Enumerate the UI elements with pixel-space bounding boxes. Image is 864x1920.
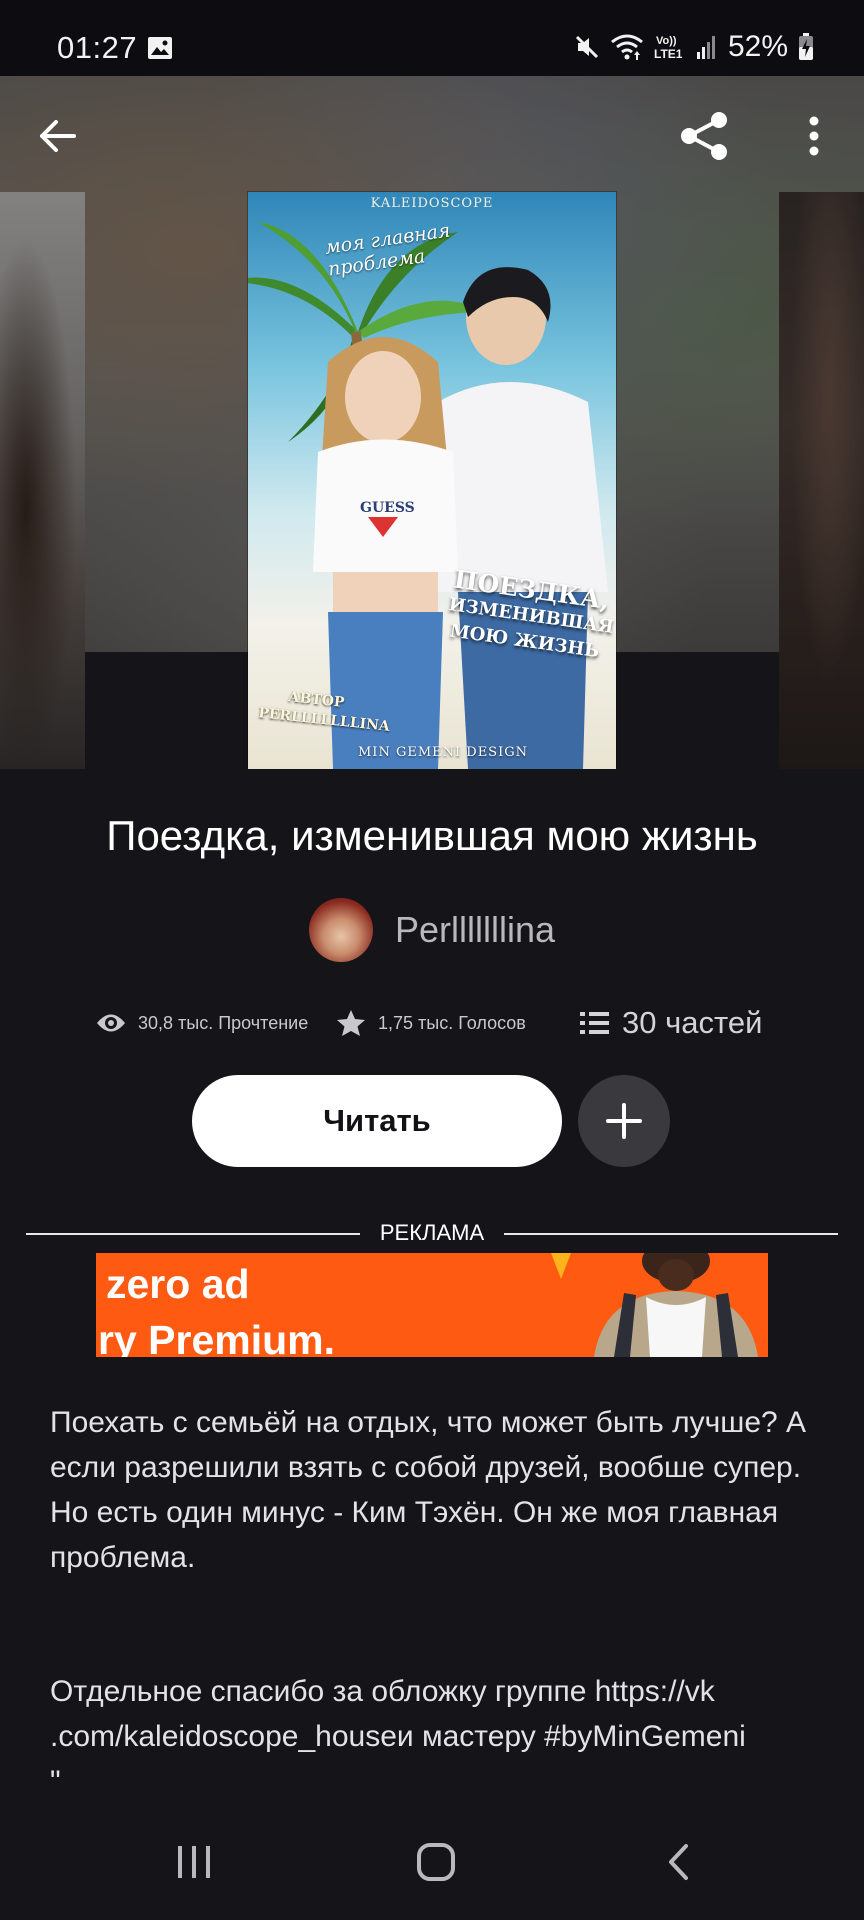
- recent-apps-icon: [178, 1846, 210, 1878]
- home-icon: [417, 1843, 455, 1881]
- list-icon: [580, 1012, 609, 1034]
- system-back-button[interactable]: [638, 1832, 718, 1892]
- story-cover-image[interactable]: GUESS KALEIDOSCOPE моя главная проблема …: [248, 192, 616, 769]
- votes-stat: 1,75 тыс. Голосов: [336, 1000, 526, 1046]
- back-button[interactable]: [32, 110, 84, 162]
- cover-brand-text: KALEIDOSCOPE: [370, 196, 494, 211]
- system-navigation-bar: [0, 1800, 864, 1920]
- ad-text-line2: ry Premium.: [98, 1317, 335, 1357]
- plus-icon: [606, 1103, 642, 1139]
- author-avatar[interactable]: [308, 898, 373, 962]
- parts-count[interactable]: 30 частей: [622, 1005, 762, 1041]
- mute-icon: [575, 35, 599, 59]
- story-details-screen: 01:27 Vo)) LTE1 52% GUESS KALEIDOSCOPE м…: [0, 0, 864, 1920]
- read-button[interactable]: Читать: [192, 1075, 562, 1167]
- status-time: 01:27: [57, 30, 138, 65]
- ad-person-image: [594, 1253, 758, 1357]
- parts-stat[interactable]: 30 частей: [580, 1000, 762, 1046]
- reads-stat: 30,8 тыс. Прочтение: [96, 1000, 308, 1046]
- gallery-notification-icon: [148, 37, 172, 59]
- arrow-left-icon: [40, 120, 76, 152]
- author-name[interactable]: Perlllllllina: [395, 909, 555, 951]
- ad-divider: РЕКЛАМА: [26, 1220, 838, 1248]
- lte-icon: Vo)) LTE1: [654, 35, 683, 61]
- ad-text-line1: zero ad: [106, 1261, 250, 1307]
- cover-credits-text: Отдельное спасибо за обложку группе http…: [50, 1675, 746, 1798]
- status-icons: Vo)) LTE1 52%: [574, 30, 814, 64]
- recent-apps-button[interactable]: [154, 1832, 234, 1892]
- previous-cover[interactable]: [0, 192, 85, 769]
- star-icon: [337, 1010, 365, 1036]
- signal-icon: [696, 36, 715, 59]
- votes-count: 1,75 тыс. Голосов: [378, 1012, 526, 1033]
- story-stats: 30,8 тыс. Прочтение 1,75 тыс. Голосов 30…: [0, 1000, 864, 1046]
- svg-text:GUESS: GUESS: [360, 500, 415, 516]
- status-bar: 01:27 Vo)) LTE1 52%: [0, 0, 864, 76]
- ad-decoration: [551, 1253, 571, 1279]
- vertical-dots-icon: [809, 116, 819, 156]
- battery-charging-icon: [799, 33, 813, 60]
- ad-label: РЕКЛАМА: [379, 1220, 485, 1245]
- share-icon: [681, 112, 727, 160]
- battery-percentage: 52%: [727, 30, 788, 63]
- home-button[interactable]: [396, 1832, 476, 1892]
- author-link[interactable]: Perlllllllina: [0, 898, 864, 962]
- next-cover[interactable]: [779, 192, 864, 769]
- svg-text:Vo)): Vo)): [656, 35, 677, 47]
- cover-designer-credit: MIN GEMENI DESIGN: [358, 745, 528, 760]
- wifi-icon: [611, 34, 643, 60]
- back-icon: [669, 1844, 688, 1880]
- share-button[interactable]: [674, 106, 734, 166]
- cover-carousel[interactable]: GUESS KALEIDOSCOPE моя главная проблема …: [0, 76, 864, 769]
- ad-banner[interactable]: zero ad ry Premium.: [96, 1253, 768, 1357]
- eye-icon: [97, 1014, 125, 1032]
- reads-count: 30,8 тыс. Прочтение: [138, 1012, 309, 1033]
- add-to-library-button[interactable]: [578, 1075, 670, 1167]
- story-title: Поездка, изменившая мою жизнь: [106, 812, 758, 859]
- svg-text:LTE1: LTE1: [654, 47, 683, 61]
- story-description: Поехать с семьёй на отдых, что может быт…: [50, 1406, 807, 1574]
- more-options-button[interactable]: [794, 110, 834, 162]
